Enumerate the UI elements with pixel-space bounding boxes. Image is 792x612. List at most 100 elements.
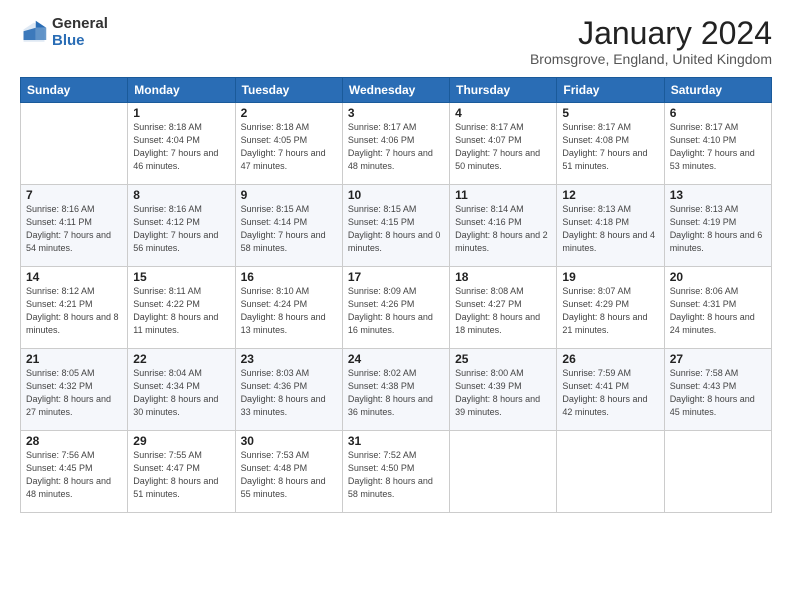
- calendar-cell: [450, 431, 557, 513]
- calendar-cell: 1Sunrise: 8:18 AMSunset: 4:04 PMDaylight…: [128, 103, 235, 185]
- day-number: 12: [562, 188, 658, 202]
- day-number: 20: [670, 270, 766, 284]
- day-number: 9: [241, 188, 337, 202]
- day-info: Sunrise: 7:58 AMSunset: 4:43 PMDaylight:…: [670, 367, 766, 419]
- day-number: 21: [26, 352, 122, 366]
- calendar-cell: 7Sunrise: 8:16 AMSunset: 4:11 PMDaylight…: [21, 185, 128, 267]
- col-sunday: Sunday: [21, 78, 128, 103]
- day-info: Sunrise: 8:17 AMSunset: 4:07 PMDaylight:…: [455, 121, 551, 173]
- day-info: Sunrise: 8:16 AMSunset: 4:12 PMDaylight:…: [133, 203, 229, 255]
- logo-text: General Blue: [52, 16, 108, 49]
- calendar-cell: 11Sunrise: 8:14 AMSunset: 4:16 PMDayligh…: [450, 185, 557, 267]
- day-number: 29: [133, 434, 229, 448]
- calendar-cell: 9Sunrise: 8:15 AMSunset: 4:14 PMDaylight…: [235, 185, 342, 267]
- calendar-cell: 8Sunrise: 8:16 AMSunset: 4:12 PMDaylight…: [128, 185, 235, 267]
- day-number: 17: [348, 270, 444, 284]
- day-info: Sunrise: 8:03 AMSunset: 4:36 PMDaylight:…: [241, 367, 337, 419]
- calendar-cell: 31Sunrise: 7:52 AMSunset: 4:50 PMDayligh…: [342, 431, 449, 513]
- calendar-cell: [664, 431, 771, 513]
- calendar-cell: 22Sunrise: 8:04 AMSunset: 4:34 PMDayligh…: [128, 349, 235, 431]
- week-row-3: 14Sunrise: 8:12 AMSunset: 4:21 PMDayligh…: [21, 267, 772, 349]
- day-number: 5: [562, 106, 658, 120]
- day-number: 3: [348, 106, 444, 120]
- week-row-2: 7Sunrise: 8:16 AMSunset: 4:11 PMDaylight…: [21, 185, 772, 267]
- calendar-page: General Blue January 2024 Bromsgrove, En…: [0, 0, 792, 612]
- day-info: Sunrise: 7:52 AMSunset: 4:50 PMDaylight:…: [348, 449, 444, 501]
- day-number: 19: [562, 270, 658, 284]
- calendar-cell: 5Sunrise: 8:17 AMSunset: 4:08 PMDaylight…: [557, 103, 664, 185]
- logo-blue-text: Blue: [52, 33, 108, 50]
- logo-general-text: General: [52, 16, 108, 33]
- day-number: 13: [670, 188, 766, 202]
- calendar-cell: 16Sunrise: 8:10 AMSunset: 4:24 PMDayligh…: [235, 267, 342, 349]
- week-row-4: 21Sunrise: 8:05 AMSunset: 4:32 PMDayligh…: [21, 349, 772, 431]
- day-number: 30: [241, 434, 337, 448]
- week-row-1: 1Sunrise: 8:18 AMSunset: 4:04 PMDaylight…: [21, 103, 772, 185]
- calendar-cell: 19Sunrise: 8:07 AMSunset: 4:29 PMDayligh…: [557, 267, 664, 349]
- calendar-cell: 17Sunrise: 8:09 AMSunset: 4:26 PMDayligh…: [342, 267, 449, 349]
- day-info: Sunrise: 8:04 AMSunset: 4:34 PMDaylight:…: [133, 367, 229, 419]
- day-number: 31: [348, 434, 444, 448]
- calendar-cell: 10Sunrise: 8:15 AMSunset: 4:15 PMDayligh…: [342, 185, 449, 267]
- calendar-cell: 24Sunrise: 8:02 AMSunset: 4:38 PMDayligh…: [342, 349, 449, 431]
- calendar-location: Bromsgrove, England, United Kingdom: [530, 51, 772, 67]
- col-tuesday: Tuesday: [235, 78, 342, 103]
- day-number: 25: [455, 352, 551, 366]
- day-number: 27: [670, 352, 766, 366]
- day-number: 18: [455, 270, 551, 284]
- calendar-cell: 18Sunrise: 8:08 AMSunset: 4:27 PMDayligh…: [450, 267, 557, 349]
- calendar-cell: 14Sunrise: 8:12 AMSunset: 4:21 PMDayligh…: [21, 267, 128, 349]
- calendar-cell: [21, 103, 128, 185]
- day-number: 16: [241, 270, 337, 284]
- day-info: Sunrise: 8:00 AMSunset: 4:39 PMDaylight:…: [455, 367, 551, 419]
- calendar-cell: 26Sunrise: 7:59 AMSunset: 4:41 PMDayligh…: [557, 349, 664, 431]
- calendar-cell: 2Sunrise: 8:18 AMSunset: 4:05 PMDaylight…: [235, 103, 342, 185]
- week-row-5: 28Sunrise: 7:56 AMSunset: 4:45 PMDayligh…: [21, 431, 772, 513]
- calendar-cell: 29Sunrise: 7:55 AMSunset: 4:47 PMDayligh…: [128, 431, 235, 513]
- day-number: 4: [455, 106, 551, 120]
- day-info: Sunrise: 8:09 AMSunset: 4:26 PMDaylight:…: [348, 285, 444, 337]
- day-number: 10: [348, 188, 444, 202]
- header: General Blue January 2024 Bromsgrove, En…: [20, 16, 772, 67]
- day-number: 24: [348, 352, 444, 366]
- calendar-cell: 21Sunrise: 8:05 AMSunset: 4:32 PMDayligh…: [21, 349, 128, 431]
- day-info: Sunrise: 8:15 AMSunset: 4:15 PMDaylight:…: [348, 203, 444, 255]
- calendar-cell: 20Sunrise: 8:06 AMSunset: 4:31 PMDayligh…: [664, 267, 771, 349]
- day-info: Sunrise: 8:18 AMSunset: 4:04 PMDaylight:…: [133, 121, 229, 173]
- day-info: Sunrise: 8:17 AMSunset: 4:06 PMDaylight:…: [348, 121, 444, 173]
- logo: General Blue: [20, 16, 108, 49]
- calendar-table: Sunday Monday Tuesday Wednesday Thursday…: [20, 77, 772, 513]
- day-info: Sunrise: 8:13 AMSunset: 4:18 PMDaylight:…: [562, 203, 658, 255]
- day-info: Sunrise: 8:14 AMSunset: 4:16 PMDaylight:…: [455, 203, 551, 255]
- calendar-cell: 27Sunrise: 7:58 AMSunset: 4:43 PMDayligh…: [664, 349, 771, 431]
- day-info: Sunrise: 7:59 AMSunset: 4:41 PMDaylight:…: [562, 367, 658, 419]
- col-friday: Friday: [557, 78, 664, 103]
- day-info: Sunrise: 7:55 AMSunset: 4:47 PMDaylight:…: [133, 449, 229, 501]
- calendar-cell: 23Sunrise: 8:03 AMSunset: 4:36 PMDayligh…: [235, 349, 342, 431]
- day-number: 28: [26, 434, 122, 448]
- day-number: 8: [133, 188, 229, 202]
- col-wednesday: Wednesday: [342, 78, 449, 103]
- calendar-cell: 4Sunrise: 8:17 AMSunset: 4:07 PMDaylight…: [450, 103, 557, 185]
- day-info: Sunrise: 8:08 AMSunset: 4:27 PMDaylight:…: [455, 285, 551, 337]
- day-info: Sunrise: 8:17 AMSunset: 4:08 PMDaylight:…: [562, 121, 658, 173]
- day-number: 23: [241, 352, 337, 366]
- calendar-cell: 25Sunrise: 8:00 AMSunset: 4:39 PMDayligh…: [450, 349, 557, 431]
- day-info: Sunrise: 8:17 AMSunset: 4:10 PMDaylight:…: [670, 121, 766, 173]
- day-info: Sunrise: 8:05 AMSunset: 4:32 PMDaylight:…: [26, 367, 122, 419]
- day-info: Sunrise: 8:06 AMSunset: 4:31 PMDaylight:…: [670, 285, 766, 337]
- day-number: 6: [670, 106, 766, 120]
- col-monday: Monday: [128, 78, 235, 103]
- day-number: 22: [133, 352, 229, 366]
- header-row: Sunday Monday Tuesday Wednesday Thursday…: [21, 78, 772, 103]
- col-thursday: Thursday: [450, 78, 557, 103]
- day-number: 7: [26, 188, 122, 202]
- logo-icon: [20, 19, 48, 47]
- calendar-cell: 12Sunrise: 8:13 AMSunset: 4:18 PMDayligh…: [557, 185, 664, 267]
- calendar-cell: 15Sunrise: 8:11 AMSunset: 4:22 PMDayligh…: [128, 267, 235, 349]
- day-info: Sunrise: 8:15 AMSunset: 4:14 PMDaylight:…: [241, 203, 337, 255]
- day-info: Sunrise: 7:53 AMSunset: 4:48 PMDaylight:…: [241, 449, 337, 501]
- day-info: Sunrise: 8:07 AMSunset: 4:29 PMDaylight:…: [562, 285, 658, 337]
- day-info: Sunrise: 8:13 AMSunset: 4:19 PMDaylight:…: [670, 203, 766, 255]
- day-info: Sunrise: 8:16 AMSunset: 4:11 PMDaylight:…: [26, 203, 122, 255]
